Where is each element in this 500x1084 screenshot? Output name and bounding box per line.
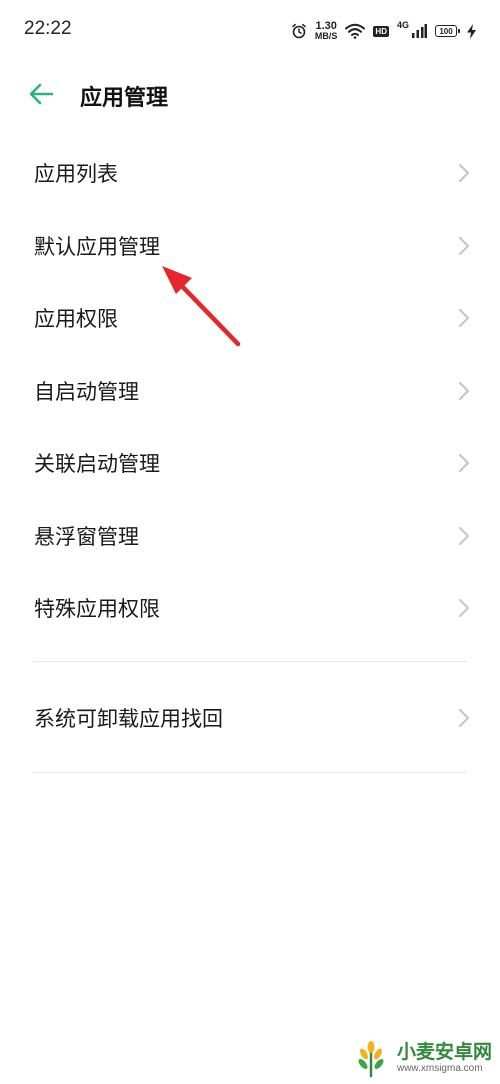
menu-list: 应用列表 默认应用管理 应用权限 自启动管理 关联启动管理 悬浮窗管理 特殊应用… — [0, 137, 500, 645]
watermark-title: 小麦安卓网 — [396, 1041, 492, 1063]
status-bar: 22:22 1.30 MB/S HD 4G 100 — [0, 0, 500, 60]
wifi-icon — [345, 23, 366, 39]
menu-item-label: 悬浮窗管理 — [34, 524, 139, 549]
extra-menu-list: 系统可卸载应用找回 — [0, 682, 500, 755]
menu-item-system-uninstallable-app-recovery[interactable]: 系统可卸载应用找回 — [0, 682, 500, 755]
network-type-label: 4G — [396, 20, 409, 30]
section-divider — [33, 772, 467, 773]
menu-item-floating-window-management[interactable]: 悬浮窗管理 — [0, 500, 500, 573]
menu-item-associated-start-management[interactable]: 关联启动管理 — [0, 427, 500, 500]
watermark-text: 小麦安卓网 www.xmsigma.com — [397, 1041, 492, 1075]
menu-item-app-permissions[interactable]: 应用权限 — [0, 282, 500, 355]
chevron-right-icon — [459, 709, 469, 728]
chevron-right-icon — [459, 599, 469, 618]
watermark: 小麦安卓网 www.xmsigma.com — [351, 1038, 492, 1078]
annotation-arrow-icon — [162, 266, 241, 347]
menu-item-label: 应用列表 — [34, 162, 118, 187]
chevron-right-icon — [459, 236, 469, 255]
menu-item-label: 系统可卸载应用找回 — [34, 707, 223, 732]
menu-item-default-app-management[interactable]: 默认应用管理 — [0, 210, 500, 283]
menu-item-label: 默认应用管理 — [34, 234, 160, 259]
arrow-left-icon — [29, 83, 54, 105]
alarm-icon — [292, 23, 306, 39]
chevron-right-icon — [459, 454, 469, 473]
network-speed-unit: MB/S — [314, 31, 338, 41]
page-header: 应用管理 — [0, 70, 500, 118]
section-divider — [33, 661, 467, 662]
chevron-right-icon — [459, 381, 469, 400]
wheat-logo-icon — [358, 1041, 384, 1078]
status-icons: 1.30 MB/S HD 4G 100 — [291, 20, 476, 42]
signal-icon — [412, 23, 427, 38]
app-management-screen: 22:22 1.30 MB/S HD 4G 100 应用管理 应用列表 默认应用… — [0, 0, 500, 1084]
hd-badge: HD — [373, 25, 389, 37]
menu-item-label: 自启动管理 — [34, 379, 139, 404]
chevron-right-icon — [459, 309, 469, 328]
menu-item-app-list[interactable]: 应用列表 — [0, 137, 500, 210]
charging-bolt-icon — [467, 23, 476, 39]
battery-icon: 100 — [435, 25, 460, 37]
chevron-right-icon — [459, 164, 469, 183]
back-button[interactable] — [26, 80, 58, 108]
menu-item-label: 特殊应用权限 — [34, 597, 160, 622]
menu-item-label: 应用权限 — [34, 307, 118, 332]
menu-item-auto-start-management[interactable]: 自启动管理 — [0, 355, 500, 428]
page-title: 应用管理 — [80, 86, 169, 111]
chevron-right-icon — [459, 526, 469, 545]
menu-item-special-app-permissions[interactable]: 特殊应用权限 — [0, 572, 500, 645]
menu-item-label: 关联启动管理 — [34, 452, 160, 477]
network-speed: 1.30 MB/S — [315, 21, 338, 41]
status-time: 22:22 — [24, 18, 72, 39]
watermark-url: www.xmsigma.com — [396, 1063, 483, 1074]
